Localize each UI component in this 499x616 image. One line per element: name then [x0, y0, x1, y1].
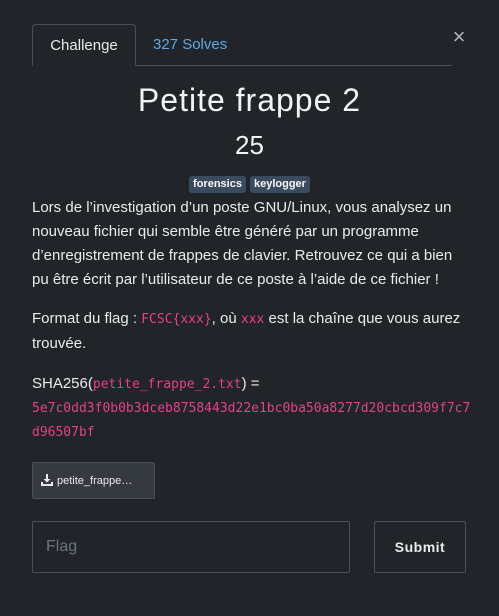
file-label: petite_frappe… [57, 475, 133, 487]
sha-prefix: SHA256( [32, 375, 93, 392]
format-prefix: Format du flag : [32, 310, 142, 327]
tag-forensics: forensics [189, 176, 246, 193]
format-var: xxx [240, 312, 265, 327]
tab-challenge[interactable]: Challenge [32, 24, 136, 66]
challenge-title: Petite frappe 2 [137, 82, 362, 118]
tab-bar: Challenge 327 Solves [32, 24, 452, 66]
challenge-points: 25 [235, 130, 264, 160]
sha-hash: 5e7c0dd3f0b0b3dceb8758443d22e1bc0ba50a82… [32, 401, 471, 440]
download-file-button[interactable]: petite_frappe… [32, 462, 155, 499]
sha-filename: petite_frappe_2.txt [92, 377, 242, 392]
close-icon[interactable]: × [450, 24, 468, 50]
tab-solves[interactable]: 327 Solves [153, 24, 227, 65]
format-mid: , où [211, 310, 241, 327]
sha-suffix: ) = [241, 375, 260, 392]
download-icon [41, 474, 53, 486]
format-code: FCSC{xxx} [141, 312, 212, 327]
sha256-paragraph: SHA256(petite_frappe_2.txt) = 5e7c0dd3f0b… [32, 372, 472, 445]
flag-format-paragraph: Format du flag : FCSC{xxx}, où xxx est l… [32, 307, 472, 356]
tag-list: forensics keylogger [0, 176, 499, 193]
challenge-modal: Challenge 327 Solves × Petite frappe 2 2… [0, 0, 499, 616]
description-paragraph: Lors de l’investigation d’un poste GNU/L… [32, 199, 453, 288]
flag-input[interactable] [32, 521, 350, 573]
tag-keylogger: keylogger [249, 176, 310, 193]
submit-button[interactable]: Submit [374, 521, 466, 573]
